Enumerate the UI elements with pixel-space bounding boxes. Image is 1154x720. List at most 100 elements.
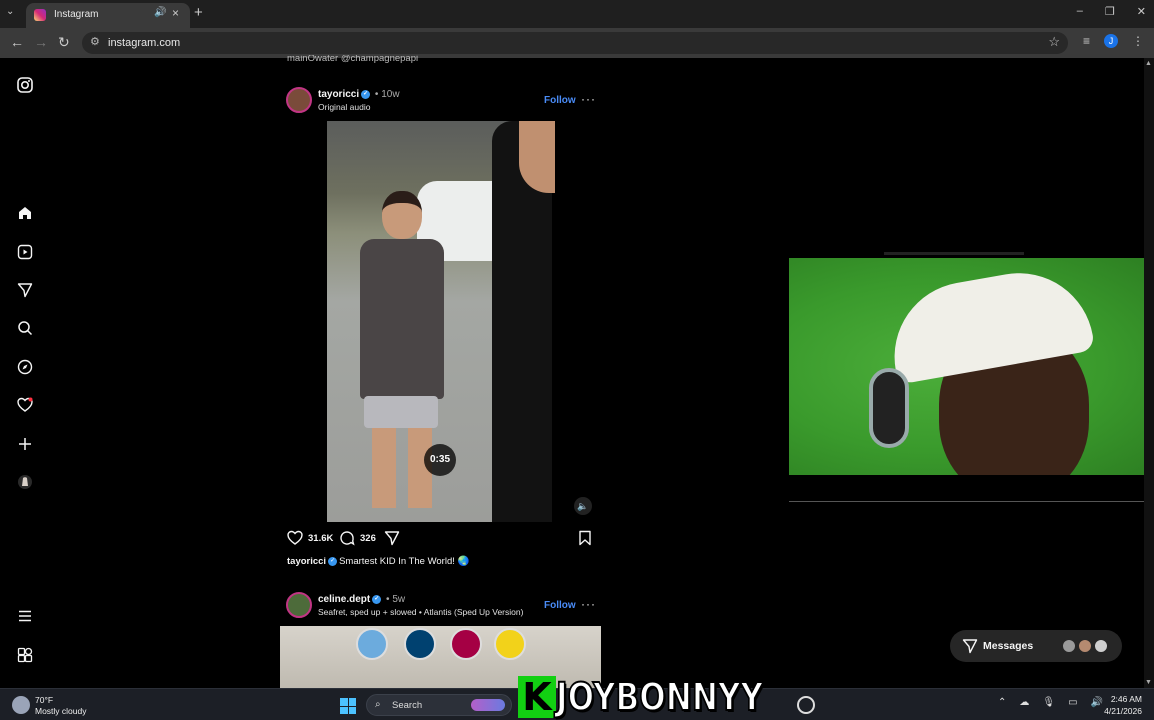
webcam-top-bar: [884, 252, 1024, 255]
webcam-overlay: [789, 258, 1150, 475]
post2-username[interactable]: celine.dept: [318, 594, 370, 605]
clock-date[interactable]: 4/21/2026: [1098, 706, 1142, 716]
post-avatar[interactable]: [286, 87, 312, 113]
post2-dot-separator: •: [383, 594, 393, 605]
post-user-line: tayoricci ✓ • 10w: [318, 89, 400, 100]
video-timer: 0:35: [424, 444, 456, 476]
post-audio[interactable]: Original audio: [318, 102, 370, 112]
audio-toggle-icon[interactable]: 🔈: [574, 497, 592, 515]
profile-icon[interactable]: [15, 472, 35, 492]
create-plus-icon[interactable]: [15, 434, 35, 454]
watermark-k-logo: K: [518, 676, 556, 718]
streamer-watermark: K JOYBONNYY: [518, 674, 809, 720]
notifications-heart-icon[interactable]: [15, 395, 35, 415]
back-icon[interactable]: ←: [10, 34, 24, 50]
weather-temperature[interactable]: 70°F: [35, 695, 53, 705]
messages-button[interactable]: Messages: [950, 630, 1122, 662]
post2-time[interactable]: 5w: [392, 594, 405, 605]
watermark-text: JOYBONNYY: [555, 675, 764, 719]
browser-menu-icon[interactable]: ⋮: [1132, 34, 1144, 48]
post-username[interactable]: tayoricci: [318, 89, 359, 100]
messages-label: Messages: [983, 640, 1034, 652]
post2-header: celine.dept ✓ • 5w Seafret, sped up + slo…: [286, 590, 601, 620]
post2-user-line: celine.dept ✓ • 5w: [318, 594, 405, 605]
taskbar-search-icon: ⌕: [375, 699, 381, 710]
caption-text: Smartest KID In The World! 🌏: [339, 556, 470, 567]
webcam-frame-bottom: [789, 475, 1154, 502]
weather-icon[interactable]: [12, 696, 30, 714]
explore-icon[interactable]: [15, 357, 35, 377]
home-icon[interactable]: [15, 203, 35, 223]
webcam-headphones: [869, 368, 909, 448]
message-avatar-1: [1061, 638, 1077, 654]
close-window-icon[interactable]: ✕: [1137, 5, 1146, 18]
minimize-icon[interactable]: –: [1077, 5, 1083, 18]
verified-badge-icon: ✓: [361, 89, 371, 99]
post2-audio[interactable]: Seafret, sped up + slowed • Atlantis (Sp…: [318, 607, 523, 617]
instagram-favicon-icon: [34, 9, 46, 21]
weather-description[interactable]: Mostly cloudy: [35, 706, 87, 716]
browser-tab[interactable]: Instagram 🔊 ×: [26, 3, 190, 28]
message-avatar-2: [1077, 638, 1093, 654]
caption-username[interactable]: tayoricci: [287, 556, 326, 567]
share-group: [384, 530, 400, 546]
direct-messages-icon[interactable]: [15, 280, 35, 300]
scroll-up-icon[interactable]: ▲: [1145, 60, 1152, 67]
omnibox[interactable]: ⚙ instagram.com ☆: [82, 32, 1068, 54]
messages-icon: [962, 639, 978, 654]
clock-time[interactable]: 2:46 AM: [1108, 694, 1142, 704]
tab-search-icon[interactable]: ⌄: [6, 6, 14, 17]
reading-list-icon[interactable]: ≡: [1083, 34, 1090, 48]
club-badge-3: [450, 628, 482, 660]
toolbar-buttons: ≡ J ⋮: [1083, 34, 1144, 48]
post-time[interactable]: 10w: [381, 89, 399, 100]
bookmark-icon[interactable]: [578, 530, 592, 546]
search-highlight-image: [471, 699, 505, 711]
maximize-icon[interactable]: ❐: [1105, 5, 1115, 18]
url-text[interactable]: instagram.com: [108, 37, 180, 49]
reload-icon[interactable]: ↻: [58, 34, 70, 51]
forward-icon[interactable]: →: [34, 34, 48, 50]
browser-tab-bar: ⌄ Instagram 🔊 × + – ❐ ✕: [0, 0, 1154, 28]
comment-icon[interactable]: [339, 530, 355, 546]
post-video[interactable]: 0:35 🔈: [280, 121, 601, 522]
post-caption: tayoricci ✓ Smartest KID In The World! 🌏: [287, 556, 469, 567]
more-menu-icon[interactable]: [15, 606, 35, 626]
follow-button[interactable]: Follow: [544, 95, 576, 106]
post-options-icon[interactable]: ···: [581, 92, 596, 106]
tray-chevron-icon[interactable]: ⌃: [998, 697, 1006, 708]
page-scrollbar[interactable]: ▲ ▼: [1144, 58, 1154, 688]
post-header: tayoricci ✓ • 10w Original audio Follow ·…: [286, 86, 601, 116]
taskbar-search[interactable]: ⌕ Search: [366, 694, 512, 716]
comment-count[interactable]: 326: [360, 533, 376, 544]
like-count[interactable]: 31.6K: [308, 533, 333, 544]
close-tab-icon[interactable]: ×: [172, 6, 179, 20]
onedrive-icon[interactable]: ☁: [1019, 697, 1029, 708]
post2-options-icon[interactable]: ···: [581, 597, 596, 611]
also-from-meta-icon[interactable]: [15, 645, 35, 665]
post2-avatar[interactable]: [286, 592, 312, 618]
reels-icon[interactable]: [15, 242, 35, 262]
post2-follow-button[interactable]: Follow: [544, 600, 576, 611]
audio-playing-icon[interactable]: 🔊: [154, 7, 166, 18]
post2-verified-icon: ✓: [372, 594, 382, 604]
window-controls: – ❐ ✕: [1077, 5, 1146, 18]
bookmark-star-icon[interactable]: ☆: [1048, 34, 1060, 50]
network-icon[interactable]: ▭: [1068, 697, 1077, 708]
new-tab-button[interactable]: +: [194, 4, 203, 21]
comment-group: 326: [339, 530, 376, 546]
like-group: 31.6K: [287, 530, 333, 546]
scroll-down-icon[interactable]: ▼: [1145, 679, 1152, 686]
profile-avatar[interactable]: J: [1104, 34, 1118, 48]
site-info-icon[interactable]: ⚙: [90, 35, 100, 48]
microphone-icon[interactable]: 🎙: [1042, 697, 1055, 708]
instagram-logo-icon[interactable]: [15, 75, 35, 95]
save-group: [578, 530, 592, 546]
club-badge-1: [356, 628, 388, 660]
search-icon[interactable]: [15, 318, 35, 338]
tab-title: Instagram: [54, 9, 99, 20]
start-windows-icon[interactable]: [340, 698, 356, 714]
like-heart-icon[interactable]: [287, 530, 303, 546]
instagram-sidebar: [0, 58, 50, 688]
share-icon[interactable]: [384, 530, 400, 546]
